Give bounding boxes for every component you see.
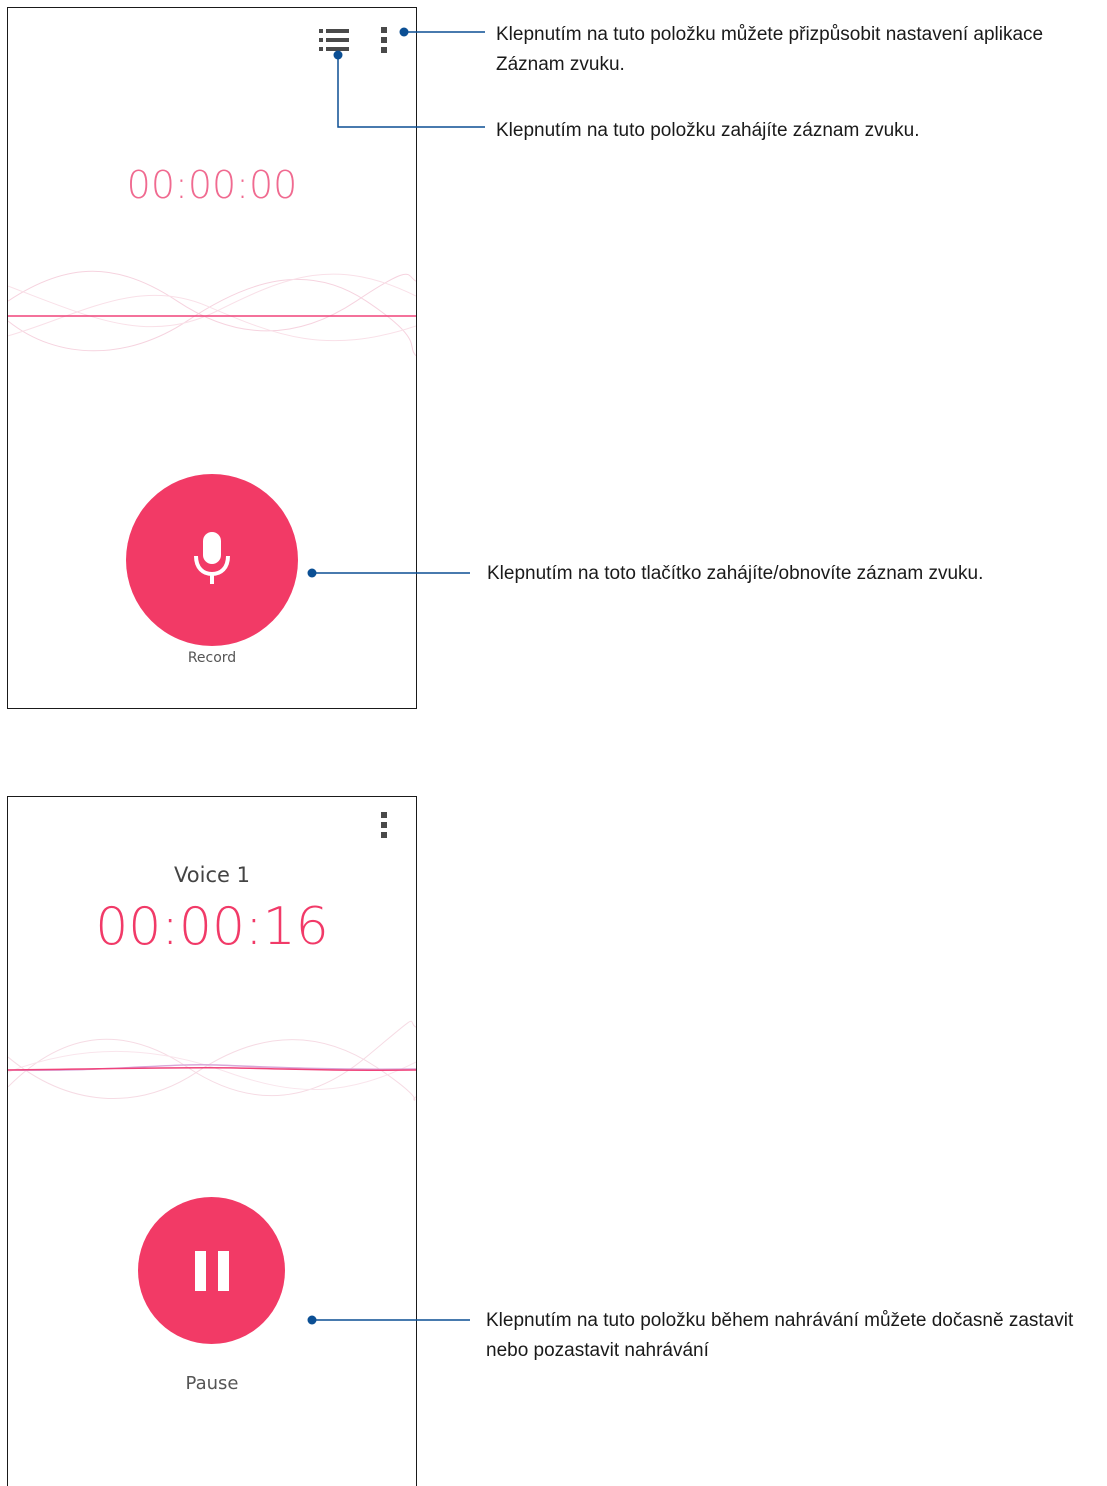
callout-pause: Klepnutím na tuto položku během nahráván… (486, 1310, 1074, 1361)
callout-settings: Klepnutím na tuto položku můžete přizpůs… (496, 24, 1044, 75)
callout-lines (307, 27, 485, 1325)
callout-record: Klepnutím na toto tlačítko zahájíte/obno… (487, 563, 984, 584)
page: 00:00:00 Record Voice 1 00:00:16 Pause K… (0, 0, 1107, 1486)
callout-list: Klepnutím na tuto položku zahájíte zázna… (496, 120, 920, 141)
